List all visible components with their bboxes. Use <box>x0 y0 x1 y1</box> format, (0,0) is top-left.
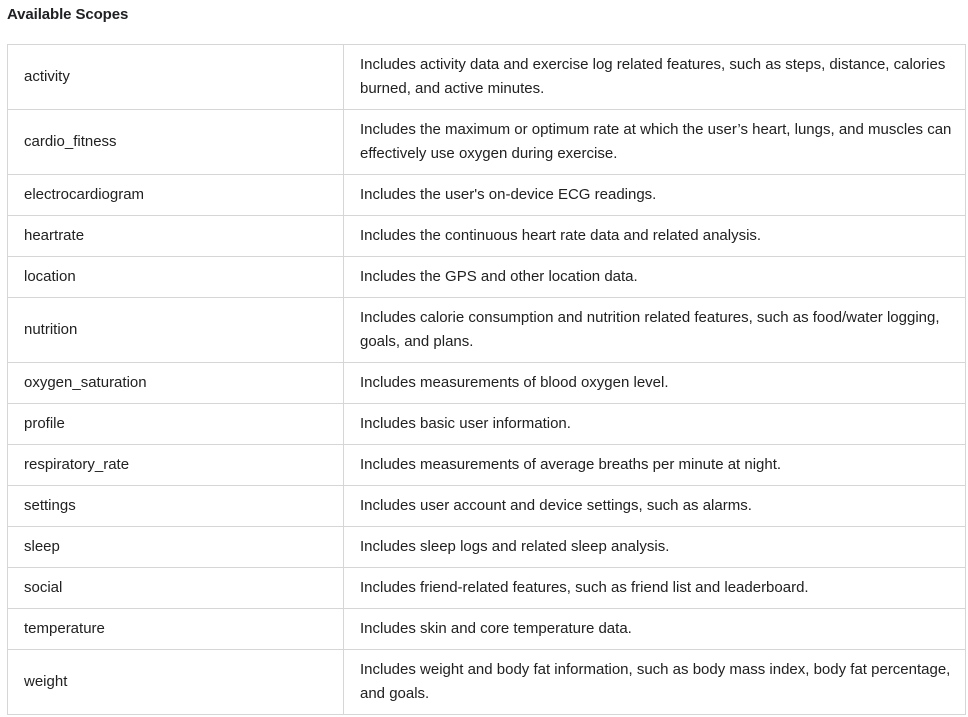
table-row: nutrition Includes calorie consumption a… <box>7 297 966 363</box>
scope-name: social <box>7 567 344 609</box>
table-row: location Includes the GPS and other loca… <box>7 256 966 298</box>
scope-name: sleep <box>7 526 344 568</box>
table-row: oxygen_saturation Includes measurements … <box>7 362 966 404</box>
scope-description: Includes skin and core temperature data. <box>343 608 966 650</box>
scope-description: Includes measurements of average breaths… <box>343 444 966 486</box>
scope-name: settings <box>7 485 344 527</box>
scope-description: Includes basic user information. <box>343 403 966 445</box>
scope-description: Includes the continuous heart rate data … <box>343 215 966 257</box>
scope-description: Includes the user's on-device ECG readin… <box>343 174 966 216</box>
table-row: cardio_fitness Includes the maximum or o… <box>7 109 966 175</box>
table-row: social Includes friend-related features,… <box>7 567 966 609</box>
table-row: settings Includes user account and devic… <box>7 485 966 527</box>
table-row: activity Includes activity data and exer… <box>7 44 966 110</box>
scope-name: activity <box>7 44 344 110</box>
page-title: Available Scopes <box>7 6 129 23</box>
scope-description: Includes activity data and exercise log … <box>343 44 966 110</box>
scope-name: electrocardiogram <box>7 174 344 216</box>
table-row: sleep Includes sleep logs and related sl… <box>7 526 966 568</box>
scope-name: oxygen_saturation <box>7 362 344 404</box>
scope-name: cardio_fitness <box>7 109 344 175</box>
scope-name: location <box>7 256 344 298</box>
scope-name: profile <box>7 403 344 445</box>
scope-name: nutrition <box>7 297 344 363</box>
scope-description: Includes weight and body fat information… <box>343 649 966 715</box>
table-row: weight Includes weight and body fat info… <box>7 649 966 715</box>
scope-description: Includes calorie consumption and nutriti… <box>343 297 966 363</box>
scopes-page: Available Scopes activity Includes activ… <box>0 0 968 717</box>
table-row: respiratory_rate Includes measurements o… <box>7 444 966 486</box>
table-row: temperature Includes skin and core tempe… <box>7 608 966 650</box>
scope-name: temperature <box>7 608 344 650</box>
scope-name: respiratory_rate <box>7 444 344 486</box>
scope-description: Includes the maximum or optimum rate at … <box>343 109 966 175</box>
table-row: profile Includes basic user information. <box>7 403 966 445</box>
scope-description: Includes friend-related features, such a… <box>343 567 966 609</box>
table-row: electrocardiogram Includes the user's on… <box>7 174 966 216</box>
scope-description: Includes user account and device setting… <box>343 485 966 527</box>
scope-name: heartrate <box>7 215 344 257</box>
scope-name: weight <box>7 649 344 715</box>
table-row: heartrate Includes the continuous heart … <box>7 215 966 257</box>
scope-description: Includes measurements of blood oxygen le… <box>343 362 966 404</box>
scope-description: Includes sleep logs and related sleep an… <box>343 526 966 568</box>
scope-description: Includes the GPS and other location data… <box>343 256 966 298</box>
scopes-table: activity Includes activity data and exer… <box>7 44 966 715</box>
